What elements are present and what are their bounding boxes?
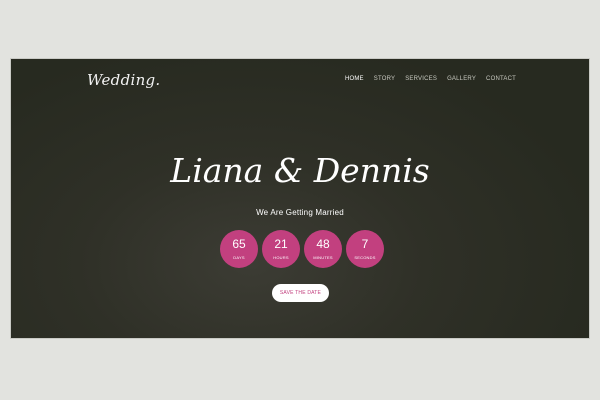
countdown-days: 65 DAYS xyxy=(220,230,258,268)
countdown: 65 DAYS 21 HOURS 48 MINUTES 7 SECONDS xyxy=(220,230,384,268)
countdown-hours: 21 HOURS xyxy=(262,230,300,268)
save-the-date-button[interactable]: SAVE THE DATE xyxy=(272,284,329,302)
nav-item-home[interactable]: HOME xyxy=(345,76,364,82)
nav-item-contact[interactable]: CONTACT xyxy=(486,76,516,82)
countdown-minutes: 48 MINUTES xyxy=(304,230,342,268)
hero-title: Liana & Dennis xyxy=(170,151,430,190)
countdown-seconds-label: SECONDS xyxy=(354,255,376,260)
nav-item-gallery[interactable]: GALLERY xyxy=(447,76,476,82)
countdown-minutes-value: 48 xyxy=(316,237,330,251)
main-nav: HOME STORY SERVICES GALLERY CONTACT xyxy=(345,76,516,82)
countdown-seconds: 7 SECONDS xyxy=(346,230,384,268)
countdown-hours-label: HOURS xyxy=(273,255,289,260)
hero-subtitle: We Are Getting Married xyxy=(256,208,344,217)
countdown-hours-value: 21 xyxy=(274,237,288,251)
nav-item-services[interactable]: SERVICES xyxy=(405,76,437,82)
countdown-days-value: 65 xyxy=(232,237,246,251)
site-logo[interactable]: Wedding. xyxy=(87,71,161,89)
nav-item-story[interactable]: STORY xyxy=(374,76,395,82)
countdown-days-label: DAYS xyxy=(233,255,245,260)
countdown-seconds-value: 7 xyxy=(361,237,369,251)
countdown-minutes-label: MINUTES xyxy=(313,255,333,260)
wedding-site-frame: Wedding. HOME STORY SERVICES GALLERY CON… xyxy=(10,58,590,339)
